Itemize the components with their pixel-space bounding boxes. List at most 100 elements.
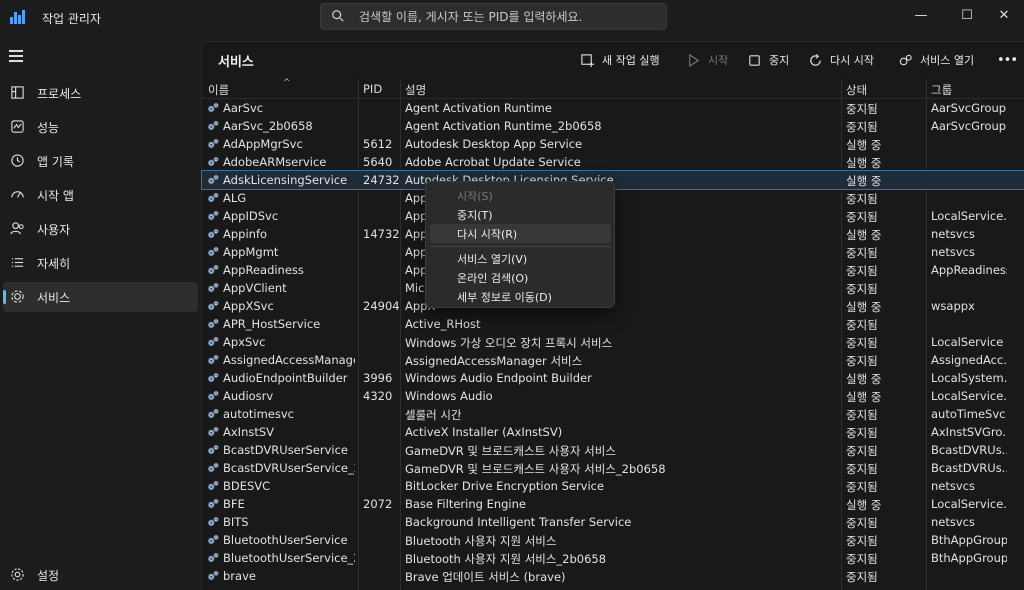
context-menu-restart[interactable]: 다시 시작(R)	[430, 224, 611, 243]
column-header-pid[interactable]: PID	[363, 82, 382, 96]
service-gear-icon	[206, 137, 220, 151]
start-button[interactable]: 시작	[686, 47, 728, 73]
table-row[interactable]: AudioEndpointBuilder 3996 Windows Audio En…	[202, 369, 1024, 387]
service-name-cell: BFE	[223, 497, 245, 511]
hamburger-menu-icon[interactable]	[9, 50, 25, 62]
service-name-cell: AarSvc	[223, 101, 264, 115]
search-box[interactable]	[320, 3, 667, 30]
context-menu-search-online[interactable]: 온라인 검색(O)	[430, 268, 611, 287]
sidebar-item-label: 프로세스	[37, 87, 82, 101]
table-row[interactable]: BcastDVRUserService_2b... GameDVR 및 브로드캐스…	[202, 459, 1024, 477]
service-group-cell: netsvcs	[931, 479, 975, 493]
more-options-button[interactable]: •••	[997, 47, 1018, 73]
service-group-cell: AxInstSVGro...	[931, 425, 1007, 439]
service-status-cell: 중지됨	[846, 336, 878, 350]
service-gear-icon	[206, 245, 220, 259]
table-row[interactable]: ApxSvc Windows 가상 오디오 장치 프록시 서비스 중지됨 LocalS…	[202, 333, 1024, 351]
table-row[interactable]: AdAppMgrSvc 5612 Autodesk Desktop App Serv…	[202, 135, 1024, 153]
service-name-cell: BITS	[223, 515, 249, 529]
sidebar-item-users[interactable]: 사용자	[3, 214, 198, 244]
sidebar-item-performance[interactable]: 성능	[3, 112, 198, 142]
service-status-cell: 중지됨	[846, 534, 878, 548]
service-name-cell: BluetoothUserService_2...	[223, 551, 355, 565]
task-manager-logo-icon	[10, 10, 26, 24]
context-menu-label: 세부 정보로 이동(D)	[457, 291, 552, 304]
table-header: 이름 ^ PID 설명 상태 그룹	[202, 78, 1024, 99]
table-row[interactable]: AarSvc_2b0658 Agent Activation Runtime_2b…	[202, 117, 1024, 135]
stop-button[interactable]: 중지	[747, 47, 789, 73]
service-status-cell: 실행 중	[846, 228, 882, 242]
column-header-group[interactable]: 그룹	[931, 82, 952, 98]
service-group-cell: BthAppGroup	[931, 533, 1007, 547]
open-services-button[interactable]: 서비스 열기	[898, 47, 974, 73]
service-status-cell: 실행 중	[846, 174, 882, 188]
column-header-status[interactable]: 상태	[846, 82, 867, 98]
service-gear-icon	[206, 281, 220, 295]
sidebar-item-label: 시작 앱	[37, 189, 74, 203]
context-menu-go-to-details[interactable]: 세부 정보로 이동(D)	[430, 287, 611, 306]
close-button[interactable]: ✕	[981, 0, 1024, 30]
restart-button[interactable]: 다시 시작	[808, 47, 874, 73]
sidebar: 프로세스 성능 앱 기록 시작 앱 사용자 자세히 서비스 설정	[0, 36, 200, 590]
service-name-cell: AdskLicensingService	[223, 173, 348, 187]
service-name-cell: AudioEndpointBuilder	[223, 371, 348, 385]
service-pid-cell: 3996	[363, 371, 393, 385]
table-row[interactable]: BluetoothUserService Bluetooth 사용자 지원 서비스…	[202, 531, 1024, 549]
service-status-cell: 중지됨	[846, 408, 878, 422]
service-group-cell: AssignedAcc...	[931, 353, 1007, 367]
table-row[interactable]: AdobeARMservice 5640 Adobe Acrobat Update …	[202, 153, 1024, 171]
search-input[interactable]	[359, 7, 659, 27]
service-gear-icon	[206, 569, 220, 583]
table-row[interactable]: AarSvc Agent Activation Runtime 중지됨 AarSvcG…	[202, 99, 1024, 117]
table-row[interactable]: autotimesvc 셀룰러 시간 중지됨 autoTimeSvc	[202, 405, 1024, 423]
services-panel: 서비스 새 작업 실행 시작 중지 다시 시작 서비스 열기 ••• 이름 ^ P…	[201, 41, 1024, 590]
sidebar-item-processes[interactable]: 프로세스	[3, 78, 198, 108]
service-gear-icon	[206, 461, 220, 475]
sidebar-item-services[interactable]: 서비스	[3, 282, 198, 312]
context-menu-stop[interactable]: 중지(T)	[430, 205, 611, 224]
service-group-cell: netsvcs	[931, 245, 975, 259]
table-row[interactable]: Audiosrv 4320 Windows Audio 실행 중 LocalServic…	[202, 387, 1024, 405]
startup-apps-icon	[11, 191, 24, 198]
table-row[interactable]: BcastDVRUserService GameDVR 및 브로드캐스트 사용자 …	[202, 441, 1024, 459]
context-menu-open-services[interactable]: 서비스 열기(V)	[430, 249, 611, 268]
service-group-cell: LocalService...	[931, 209, 1007, 223]
service-status-cell: 중지됨	[846, 282, 878, 296]
context-menu-start[interactable]: 시작(S)	[430, 186, 611, 205]
table-row[interactable]: BFE 2072 Base Filtering Engine 실행 중 LocalSer…	[202, 495, 1024, 513]
service-description-cell: ActiveX Installer (AxInstSV)	[405, 425, 563, 439]
service-gear-icon	[206, 317, 220, 331]
service-name-cell: Appinfo	[223, 227, 268, 241]
minimize-button[interactable]: —	[898, 0, 944, 30]
service-group-cell: LocalSystem...	[931, 371, 1007, 385]
service-name-cell: Audiosrv	[223, 389, 274, 403]
table-row[interactable]: AxInstSV ActiveX Installer (AxInstSV) 중지됨 A…	[202, 423, 1024, 441]
column-header-description[interactable]: 설명	[405, 82, 426, 98]
table-row[interactable]: BITS Background Intelligent Transfer Serv…	[202, 513, 1024, 531]
service-name-cell: ALG	[223, 191, 247, 205]
table-row[interactable]: BDESVC BitLocker Drive Encryption Service…	[202, 477, 1024, 495]
table-row[interactable]: brave Brave 업데이트 서비스 (brave) 중지됨	[202, 567, 1024, 585]
table-row[interactable]: APR_HostService Active_RHost 중지됨	[202, 315, 1024, 333]
column-header-name[interactable]: 이름 ^	[208, 78, 291, 98]
sidebar-item-settings[interactable]: 설정	[3, 560, 198, 590]
service-description-cell: Base Filtering Engine	[405, 497, 526, 511]
title-bar: 작업 관리자 — ☐ ✕	[0, 0, 1024, 36]
service-description-cell: Windows 가상 오디오 장치 프록시 서비스	[405, 336, 613, 350]
sidebar-item-details[interactable]: 자세히	[3, 248, 198, 278]
service-name-cell: AppIDSvc	[223, 209, 279, 223]
page-title: 서비스	[218, 55, 254, 70]
service-pid-cell: 14732	[363, 227, 399, 241]
context-menu: 시작(S) 중지(T) 다시 시작(R) 서비스 열기(V) 온라인 검색(O) 세부 정…	[425, 181, 615, 308]
service-status-cell: 중지됨	[846, 192, 878, 206]
sidebar-item-app-history[interactable]: 앱 기록	[3, 146, 198, 176]
sidebar-item-startup-apps[interactable]: 시작 앱	[3, 180, 198, 210]
service-name-cell: AarSvc_2b0658	[223, 119, 313, 133]
new-task-button[interactable]: 새 작업 실행	[580, 47, 660, 73]
table-row[interactable]: AssignedAccessManager... AssignedAccessMa…	[202, 351, 1024, 369]
table-row[interactable]: BluetoothUserService_2... Bluetooth 사용자 지…	[202, 549, 1024, 567]
service-status-cell: 중지됨	[846, 120, 878, 134]
service-gear-icon	[206, 407, 220, 421]
sidebar-item-label: 설정	[37, 569, 60, 583]
service-description-cell: Bluetooth 사용자 지원 서비스	[405, 534, 557, 548]
